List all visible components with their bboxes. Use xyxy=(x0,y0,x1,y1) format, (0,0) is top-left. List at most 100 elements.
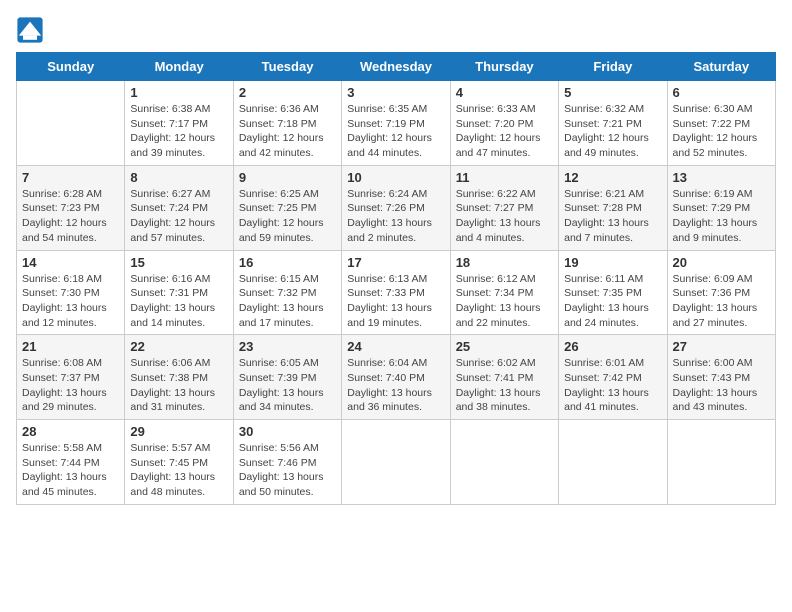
day-cell: 10 Sunrise: 6:24 AM Sunset: 7:26 PM Dayli… xyxy=(342,165,450,250)
day-cell: 4Sunrise: 6:33 AM Sunset: 7:20 PM Daylig… xyxy=(450,81,558,166)
day-number: 26 xyxy=(564,339,661,354)
day-number: 2 xyxy=(239,85,336,100)
day-info: Sunrise: 6:09 AM Sunset: 7:36 PM Dayligh… xyxy=(673,272,770,331)
day-info: Sunrise: 5:58 AM Sunset: 7:44 PM Dayligh… xyxy=(22,441,119,500)
day-number: 19 xyxy=(564,255,661,270)
day-cell: 26 Sunrise: 6:01 AM Sunset: 7:42 PM Dayli… xyxy=(559,335,667,420)
day-info: Sunrise: 6:21 AM Sunset: 7:28 PM Dayligh… xyxy=(564,187,661,246)
day-number: 5 xyxy=(564,85,661,100)
day-info: Sunrise: 6:13 AM Sunset: 7:33 PM Dayligh… xyxy=(347,272,444,331)
day-info: Sunrise: 6:05 AM Sunset: 7:39 PM Dayligh… xyxy=(239,356,336,415)
header-row: SundayMondayTuesdayWednesdayThursdayFrid… xyxy=(17,53,776,81)
day-number: 13 xyxy=(673,170,770,185)
day-cell: 23 Sunrise: 6:05 AM Sunset: 7:39 PM Dayli… xyxy=(233,335,341,420)
day-number: 11 xyxy=(456,170,553,185)
column-header-friday: Friday xyxy=(559,53,667,81)
day-number: 15 xyxy=(130,255,227,270)
day-number: 16 xyxy=(239,255,336,270)
day-number: 21 xyxy=(22,339,119,354)
week-row-4: 21 Sunrise: 6:08 AM Sunset: 7:37 PM Dayli… xyxy=(17,335,776,420)
day-cell xyxy=(342,420,450,505)
day-number: 7 xyxy=(22,170,119,185)
column-header-tuesday: Tuesday xyxy=(233,53,341,81)
day-info: Sunrise: 6:27 AM Sunset: 7:24 PM Dayligh… xyxy=(130,187,227,246)
day-number: 27 xyxy=(673,339,770,354)
day-cell: 5 Sunrise: 6:32 AM Sunset: 7:21 PM Daylig… xyxy=(559,81,667,166)
day-info: Sunrise: 6:38 AM Sunset: 7:17 PM Dayligh… xyxy=(130,102,227,161)
day-number: 3 xyxy=(347,85,444,100)
day-info: Sunrise: 6:01 AM Sunset: 7:42 PM Dayligh… xyxy=(564,356,661,415)
day-info: Sunrise: 6:00 AM Sunset: 7:43 PM Dayligh… xyxy=(673,356,770,415)
calendar-body: 1Sunrise: 6:38 AM Sunset: 7:17 PM Daylig… xyxy=(17,81,776,505)
day-cell: 11 Sunrise: 6:22 AM Sunset: 7:27 PM Dayli… xyxy=(450,165,558,250)
day-info: Sunrise: 6:06 AM Sunset: 7:38 PM Dayligh… xyxy=(130,356,227,415)
day-info: Sunrise: 6:24 AM Sunset: 7:26 PM Dayligh… xyxy=(347,187,444,246)
day-info: Sunrise: 6:28 AM Sunset: 7:23 PM Dayligh… xyxy=(22,187,119,246)
day-info: Sunrise: 6:16 AM Sunset: 7:31 PM Dayligh… xyxy=(130,272,227,331)
column-header-sunday: Sunday xyxy=(17,53,125,81)
column-header-monday: Monday xyxy=(125,53,233,81)
day-cell: 1Sunrise: 6:38 AM Sunset: 7:17 PM Daylig… xyxy=(125,81,233,166)
column-header-wednesday: Wednesday xyxy=(342,53,450,81)
day-number: 10 xyxy=(347,170,444,185)
day-number: 30 xyxy=(239,424,336,439)
day-cell xyxy=(17,81,125,166)
day-info: Sunrise: 6:15 AM Sunset: 7:32 PM Dayligh… xyxy=(239,272,336,331)
column-header-saturday: Saturday xyxy=(667,53,775,81)
calendar-header: SundayMondayTuesdayWednesdayThursdayFrid… xyxy=(17,53,776,81)
day-cell: 9 Sunrise: 6:25 AM Sunset: 7:25 PM Daylig… xyxy=(233,165,341,250)
day-info: Sunrise: 6:19 AM Sunset: 7:29 PM Dayligh… xyxy=(673,187,770,246)
day-cell: 12Sunrise: 6:21 AM Sunset: 7:28 PM Dayli… xyxy=(559,165,667,250)
day-cell: 3 Sunrise: 6:35 AM Sunset: 7:19 PM Daylig… xyxy=(342,81,450,166)
day-number: 23 xyxy=(239,339,336,354)
day-number: 22 xyxy=(130,339,227,354)
week-row-1: 1Sunrise: 6:38 AM Sunset: 7:17 PM Daylig… xyxy=(17,81,776,166)
day-number: 28 xyxy=(22,424,119,439)
day-number: 25 xyxy=(456,339,553,354)
day-info: Sunrise: 6:36 AM Sunset: 7:18 PM Dayligh… xyxy=(239,102,336,161)
page-header xyxy=(16,16,776,44)
day-info: Sunrise: 6:11 AM Sunset: 7:35 PM Dayligh… xyxy=(564,272,661,331)
day-info: Sunrise: 6:18 AM Sunset: 7:30 PM Dayligh… xyxy=(22,272,119,331)
day-cell: 30 Sunrise: 5:56 AM Sunset: 7:46 PM Dayli… xyxy=(233,420,341,505)
day-number: 20 xyxy=(673,255,770,270)
day-cell xyxy=(667,420,775,505)
day-cell xyxy=(450,420,558,505)
day-number: 29 xyxy=(130,424,227,439)
day-cell: 18Sunrise: 6:12 AM Sunset: 7:34 PM Dayli… xyxy=(450,250,558,335)
day-cell: 2 Sunrise: 6:36 AM Sunset: 7:18 PM Daylig… xyxy=(233,81,341,166)
day-cell: 16 Sunrise: 6:15 AM Sunset: 7:32 PM Dayli… xyxy=(233,250,341,335)
day-cell: 20 Sunrise: 6:09 AM Sunset: 7:36 PM Dayli… xyxy=(667,250,775,335)
day-cell: 6Sunrise: 6:30 AM Sunset: 7:22 PM Daylig… xyxy=(667,81,775,166)
day-number: 9 xyxy=(239,170,336,185)
column-header-thursday: Thursday xyxy=(450,53,558,81)
day-number: 24 xyxy=(347,339,444,354)
day-number: 17 xyxy=(347,255,444,270)
day-cell: 7 Sunrise: 6:28 AM Sunset: 7:23 PM Daylig… xyxy=(17,165,125,250)
day-info: Sunrise: 6:02 AM Sunset: 7:41 PM Dayligh… xyxy=(456,356,553,415)
day-cell: 29 Sunrise: 5:57 AM Sunset: 7:45 PM Dayli… xyxy=(125,420,233,505)
day-cell: 8 Sunrise: 6:27 AM Sunset: 7:24 PM Daylig… xyxy=(125,165,233,250)
day-info: Sunrise: 5:56 AM Sunset: 7:46 PM Dayligh… xyxy=(239,441,336,500)
day-cell: 24Sunrise: 6:04 AM Sunset: 7:40 PM Dayli… xyxy=(342,335,450,420)
day-cell: 17 Sunrise: 6:13 AM Sunset: 7:33 PM Dayli… xyxy=(342,250,450,335)
day-number: 14 xyxy=(22,255,119,270)
day-info: Sunrise: 6:08 AM Sunset: 7:37 PM Dayligh… xyxy=(22,356,119,415)
day-number: 8 xyxy=(130,170,227,185)
day-cell: 22 Sunrise: 6:06 AM Sunset: 7:38 PM Dayli… xyxy=(125,335,233,420)
week-row-5: 28 Sunrise: 5:58 AM Sunset: 7:44 PM Dayli… xyxy=(17,420,776,505)
logo xyxy=(16,16,48,44)
day-info: Sunrise: 6:32 AM Sunset: 7:21 PM Dayligh… xyxy=(564,102,661,161)
day-info: Sunrise: 6:33 AM Sunset: 7:20 PM Dayligh… xyxy=(456,102,553,161)
week-row-3: 14 Sunrise: 6:18 AM Sunset: 7:30 PM Dayli… xyxy=(17,250,776,335)
day-info: Sunrise: 5:57 AM Sunset: 7:45 PM Dayligh… xyxy=(130,441,227,500)
week-row-2: 7 Sunrise: 6:28 AM Sunset: 7:23 PM Daylig… xyxy=(17,165,776,250)
day-info: Sunrise: 6:35 AM Sunset: 7:19 PM Dayligh… xyxy=(347,102,444,161)
day-cell: 28 Sunrise: 5:58 AM Sunset: 7:44 PM Dayli… xyxy=(17,420,125,505)
day-info: Sunrise: 6:22 AM Sunset: 7:27 PM Dayligh… xyxy=(456,187,553,246)
day-number: 18 xyxy=(456,255,553,270)
day-cell: 15 Sunrise: 6:16 AM Sunset: 7:31 PM Dayli… xyxy=(125,250,233,335)
day-cell: 19 Sunrise: 6:11 AM Sunset: 7:35 PM Dayli… xyxy=(559,250,667,335)
day-cell: 14 Sunrise: 6:18 AM Sunset: 7:30 PM Dayli… xyxy=(17,250,125,335)
day-info: Sunrise: 6:25 AM Sunset: 7:25 PM Dayligh… xyxy=(239,187,336,246)
